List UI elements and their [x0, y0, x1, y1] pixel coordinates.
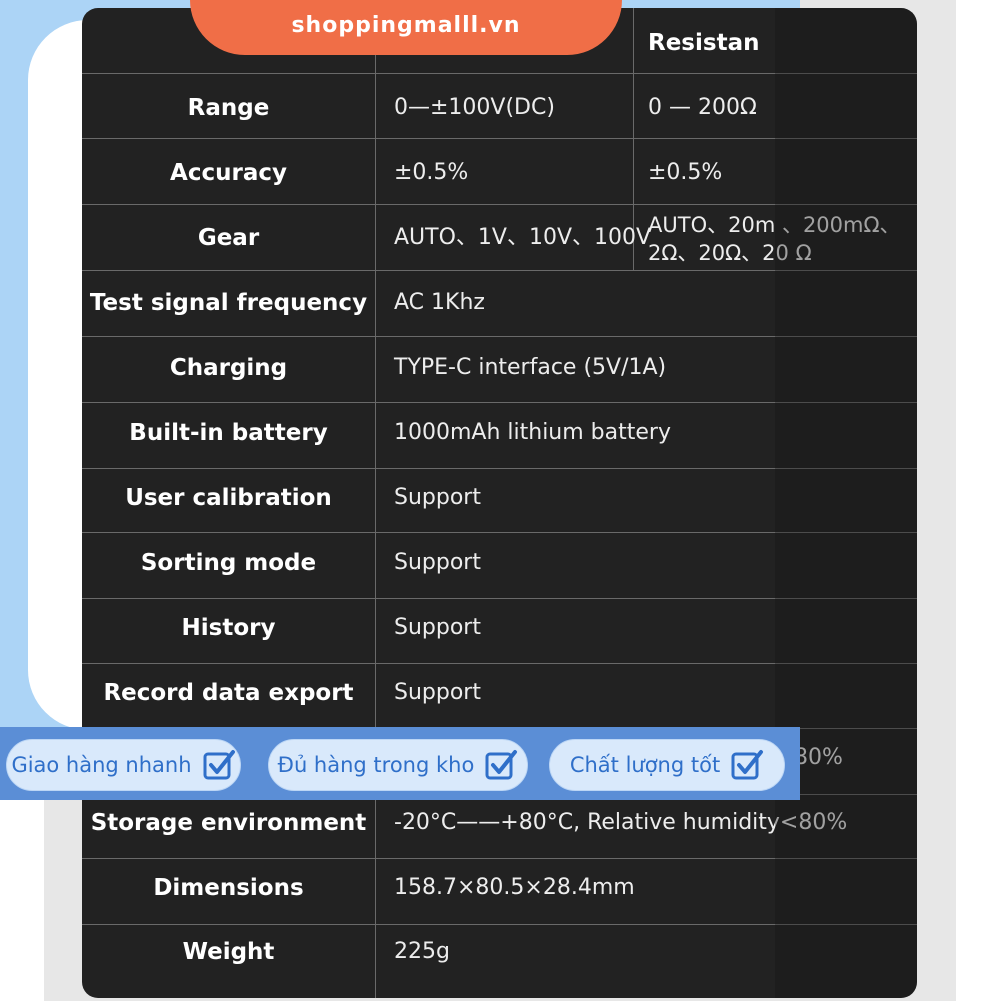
label-record-data-export: Record data export [103, 680, 354, 706]
row-divider [82, 336, 917, 337]
row-divider [82, 858, 917, 859]
label-range: Range [187, 95, 270, 121]
row-divider [82, 204, 917, 205]
value-sorting-mode: Support [394, 550, 481, 575]
badge-in-stock[interactable]: Đủ hàng trong kho [268, 739, 528, 791]
badge-good-quality[interactable]: Chất lượng tốt [549, 739, 785, 791]
value-range-resistance: 0 — 200Ω [648, 95, 757, 120]
checkbox-icon [731, 750, 764, 780]
header-resistance: Resistan [648, 30, 760, 56]
value-record-data-export: Support [394, 680, 481, 705]
value-gear-resistance-line2: 2Ω、20Ω、20 Ω [648, 241, 812, 265]
value-gear-voltage: AUTO、1V、10V、100V [394, 225, 652, 250]
value-accuracy-resistance: ±0.5% [648, 160, 723, 185]
value-gear-resistance-line1: AUTO、20m 、200mΩ、 [648, 213, 901, 237]
row-divider [82, 663, 917, 664]
value-accuracy-voltage: ±0.5% [394, 160, 469, 185]
spec-table: Resistan Range 0—±100V(DC) 0 — 200Ω Accu… [82, 8, 917, 998]
row-divider [82, 270, 917, 271]
card-edge-shade [775, 8, 917, 998]
checkbox-icon [485, 750, 518, 780]
value-user-calibration: Support [394, 485, 481, 510]
label-dimensions: Dimensions [153, 875, 304, 901]
badge-label: Giao hàng nhanh [11, 753, 192, 777]
row-divider [82, 532, 917, 533]
value-operating-environment-partial: 80% [794, 745, 843, 770]
row-divider [82, 402, 917, 403]
value-range-voltage: 0—±100V(DC) [394, 95, 555, 120]
checkbox-icon [203, 750, 235, 780]
row-divider [82, 924, 917, 925]
value-built-in-battery: 1000mAh lithium battery [394, 420, 671, 445]
label-accuracy: Accuracy [170, 160, 287, 186]
label-user-calibration: User calibration [125, 485, 332, 511]
value-test-signal-frequency: AC 1Khz [394, 290, 485, 315]
row-divider [82, 73, 917, 74]
label-sorting-mode: Sorting mode [140, 550, 317, 576]
value-dimensions: 158.7×80.5×28.4mm [394, 875, 635, 900]
badge-label: Đủ hàng trong kho [277, 753, 475, 777]
label-weight: Weight [182, 939, 275, 965]
value-charging: TYPE-C interface (5V/1A) [394, 355, 667, 380]
badge-label: Chất lượng tốt [569, 753, 721, 777]
shop-banner[interactable]: shoppingmalll.vn [190, 0, 622, 55]
value-history: Support [394, 615, 481, 640]
row-divider [82, 468, 917, 469]
label-gear: Gear [197, 225, 260, 251]
value-weight: 225g [394, 939, 450, 964]
label-built-in-battery: Built-in battery [129, 420, 328, 446]
badge-fast-delivery[interactable]: Giao hàng nhanh [6, 739, 241, 791]
column-divider [375, 8, 376, 998]
row-divider [82, 138, 917, 139]
label-storage-environment: Storage environment [90, 810, 367, 836]
row-divider [82, 598, 917, 599]
value-storage-environment: -20°C——+80°C, Relative humidity<80% [394, 810, 848, 835]
label-history: History [181, 615, 276, 641]
label-charging: Charging [169, 355, 288, 381]
label-test-signal-frequency: Test signal frequency [89, 290, 368, 316]
